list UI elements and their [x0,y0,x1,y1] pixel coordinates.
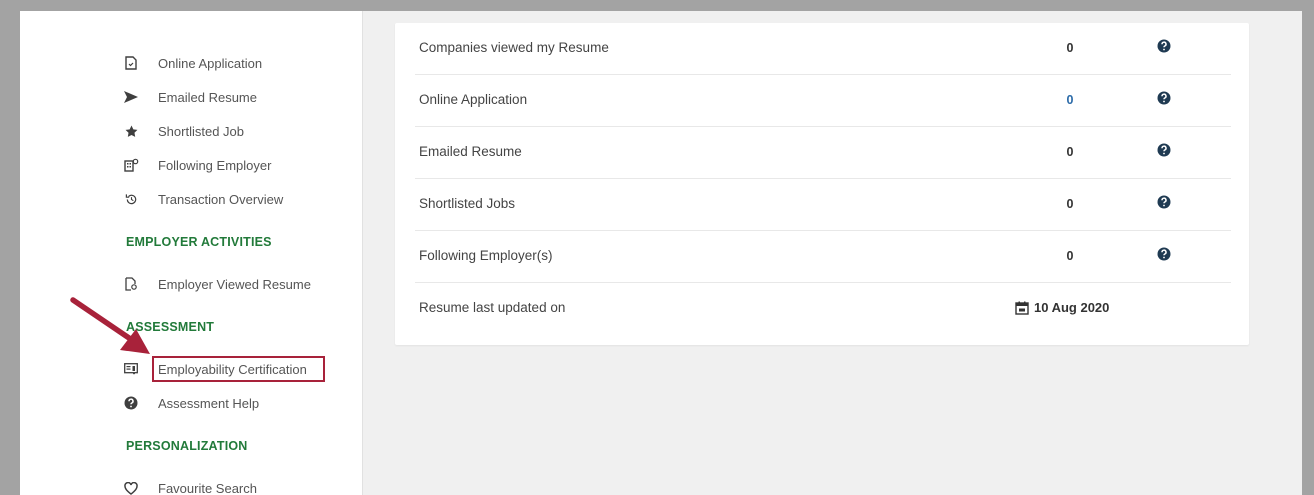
sidebar-item-assessment-help[interactable]: Assessment Help [102,391,259,415]
help-icon[interactable] [1157,247,1171,261]
help-circle-icon [122,394,140,412]
sidebar-item-following-employer[interactable]: Following Employer [102,153,271,177]
date-text: 10 Aug 2020 [1034,300,1110,315]
section-heading-employer-activities: EMPLOYER ACTIVITIES [126,235,272,249]
row-count: 0 [1066,249,1074,263]
sidebar-item-emailed-resume[interactable]: Emailed Resume [102,85,257,109]
help-icon[interactable] [1157,143,1171,157]
document-search-icon [122,275,140,293]
sidebar-item-employer-viewed-resume[interactable]: Employer Viewed Resume [102,272,311,296]
row-count: 0 [1066,197,1074,211]
document-icon [122,54,140,72]
help-icon[interactable] [1157,195,1171,209]
sidebar-item-transaction-overview[interactable]: Transaction Overview [102,187,283,211]
sidebar-item-label: Emailed Resume [158,89,257,105]
sidebar-item-label: Transaction Overview [158,191,284,207]
highlight-box [152,356,325,382]
sidebar: Online Application Emailed Resume Shortl… [102,11,363,495]
sidebar-item-shortlisted-job[interactable]: Shortlisted Job [102,119,244,143]
row-label: Online Application [419,92,528,107]
summary-row: Shortlisted Jobs 0 [415,179,1231,231]
left-margin [20,11,102,495]
row-label: Emailed Resume [419,144,522,159]
summary-row: Emailed Resume 0 [415,127,1231,179]
summary-panel: Companies viewed my Resume 0 Online Appl… [395,23,1249,345]
row-label: Resume last updated on [419,300,566,315]
sidebar-item-label: Shortlisted Job [158,123,244,139]
sidebar-item-label: Following Employer [158,157,272,173]
star-icon [122,122,140,140]
app-frame: Online Application Emailed Resume Shortl… [20,11,1302,495]
send-icon [122,88,140,106]
heart-icon [122,479,140,495]
row-count-link[interactable]: 0 [1055,93,1085,107]
row-count: 0 [1066,41,1074,55]
sidebar-item-label: Assessment Help [158,395,260,411]
last-updated-date: 10 Aug 2020 [1015,300,1109,315]
section-heading-personalization: PERSONALIZATION [126,439,248,453]
summary-row-last-updated: Resume last updated on 10 Aug 2020 [415,283,1231,334]
calendar-icon [1015,301,1029,315]
sidebar-item-label: Employer Viewed Resume [158,276,311,292]
sidebar-item-online-application[interactable]: Online Application [102,51,262,75]
history-icon [122,190,140,208]
row-count: 0 [1066,145,1074,159]
summary-row: Following Employer(s) 0 [415,231,1231,283]
row-label: Following Employer(s) [419,248,553,263]
summary-row: Companies viewed my Resume 0 [415,23,1231,75]
help-icon[interactable] [1157,91,1171,105]
sidebar-item-label: Favourite Search [158,480,257,495]
pointer-arrow-icon [70,297,150,354]
row-label: Companies viewed my Resume [419,40,609,55]
row-label: Shortlisted Jobs [419,196,516,211]
summary-row: Online Application 0 [415,75,1231,127]
help-icon[interactable] [1157,39,1171,53]
sidebar-item-label: Online Application [158,55,263,71]
sidebar-item-favourite-search[interactable]: Favourite Search [102,476,257,495]
building-icon [122,156,140,174]
